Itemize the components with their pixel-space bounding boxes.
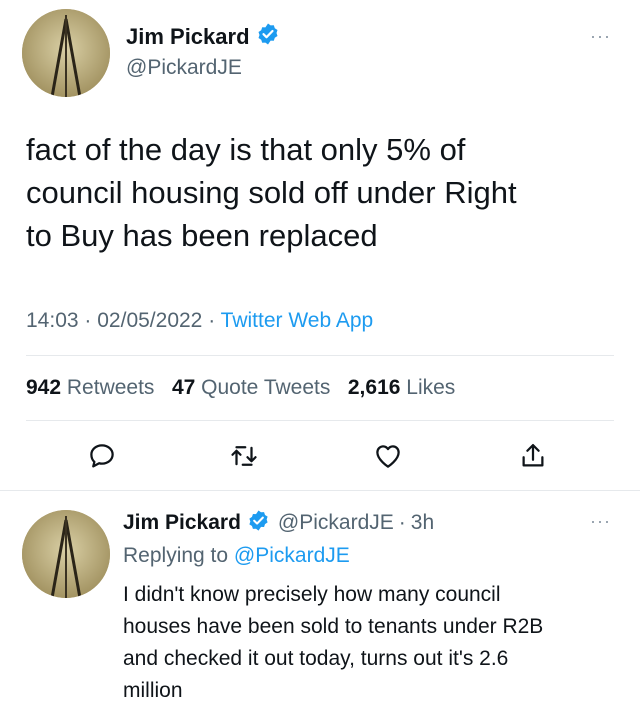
author-name-line: Jim Pickard [126, 22, 280, 51]
retweets-stat[interactable]: 942 Retweets [26, 376, 154, 399]
tweet-text-line: fact of the day is that only 5% of [26, 132, 466, 167]
tweet-meta: 14:03 · 02/05/2022 · Twitter Web App [26, 309, 373, 333]
reply-text-line: million [123, 679, 183, 702]
reply-author-avatar[interactable] [22, 510, 110, 598]
reply-author-line: Jim Pickard @PickardJE · 3h [123, 509, 434, 537]
like-icon [376, 445, 400, 468]
tweet-text-line: to Buy has been replaced [26, 218, 378, 253]
quote-label: Quote Tweets [201, 376, 331, 399]
tweet-stats: 942 Retweets 47 Quote Tweets 2,616 Likes [26, 376, 455, 400]
meta-separator: · [398, 511, 406, 534]
reply-text: I didn't know precisely how many council… [123, 579, 628, 707]
reply-button[interactable] [82, 436, 122, 476]
replying-handle-link[interactable]: @PickardJE [234, 544, 350, 567]
reply-text-line: I didn't know precisely how many council [123, 583, 501, 606]
tweet-text: fact of the day is that only 5% of counc… [26, 128, 626, 257]
tweet-date[interactable]: 02/05/2022 [97, 309, 202, 332]
likes-stat[interactable]: 2,616 Likes [348, 376, 455, 399]
reply-icon [90, 444, 114, 468]
divider [26, 420, 614, 421]
reply-author-handle[interactable]: @PickardJE [278, 511, 394, 535]
reply-author-name[interactable]: Jim Pickard [123, 511, 241, 535]
likes-count: 2,616 [347, 376, 401, 399]
like-button[interactable] [368, 436, 408, 476]
avatar-image [22, 9, 110, 97]
divider [26, 355, 614, 356]
share-button[interactable] [513, 436, 553, 476]
retweets-count: 942 [26, 376, 62, 399]
meta-separator: · [84, 309, 92, 332]
reply-text-line: and checked it out today, turns out it's… [123, 647, 509, 670]
quote-tweets-stat[interactable]: 47 Quote Tweets [172, 376, 330, 399]
reply-text-line: houses have been sold to tenants under R… [123, 615, 544, 638]
avatar-image [22, 510, 110, 598]
reply-more-options-icon[interactable]: ··· [590, 511, 611, 532]
retweets-label: Retweets [66, 376, 155, 399]
replying-to: Replying to @PickardJE [123, 544, 350, 568]
likes-label: Likes [406, 376, 456, 399]
retweet-icon [231, 446, 257, 466]
verified-badge-icon [247, 509, 270, 537]
tweet-text-line: council housing sold off under Right [26, 175, 517, 210]
replying-prefix: Replying to [123, 544, 229, 567]
retweet-button[interactable] [224, 436, 264, 476]
verified-badge-icon [256, 22, 280, 51]
reply-time[interactable]: 3h [411, 511, 434, 535]
author-name[interactable]: Jim Pickard [126, 24, 250, 50]
tweet-source-link[interactable]: Twitter Web App [221, 309, 374, 332]
quote-count: 47 [171, 376, 196, 399]
tweet-time[interactable]: 14:03 [26, 309, 79, 332]
author-handle[interactable]: @PickardJE [126, 56, 242, 80]
more-options-icon[interactable]: ··· [590, 26, 611, 47]
author-avatar[interactable] [22, 9, 110, 97]
share-icon [522, 444, 544, 467]
divider [0, 490, 640, 491]
meta-separator: · [208, 309, 216, 332]
